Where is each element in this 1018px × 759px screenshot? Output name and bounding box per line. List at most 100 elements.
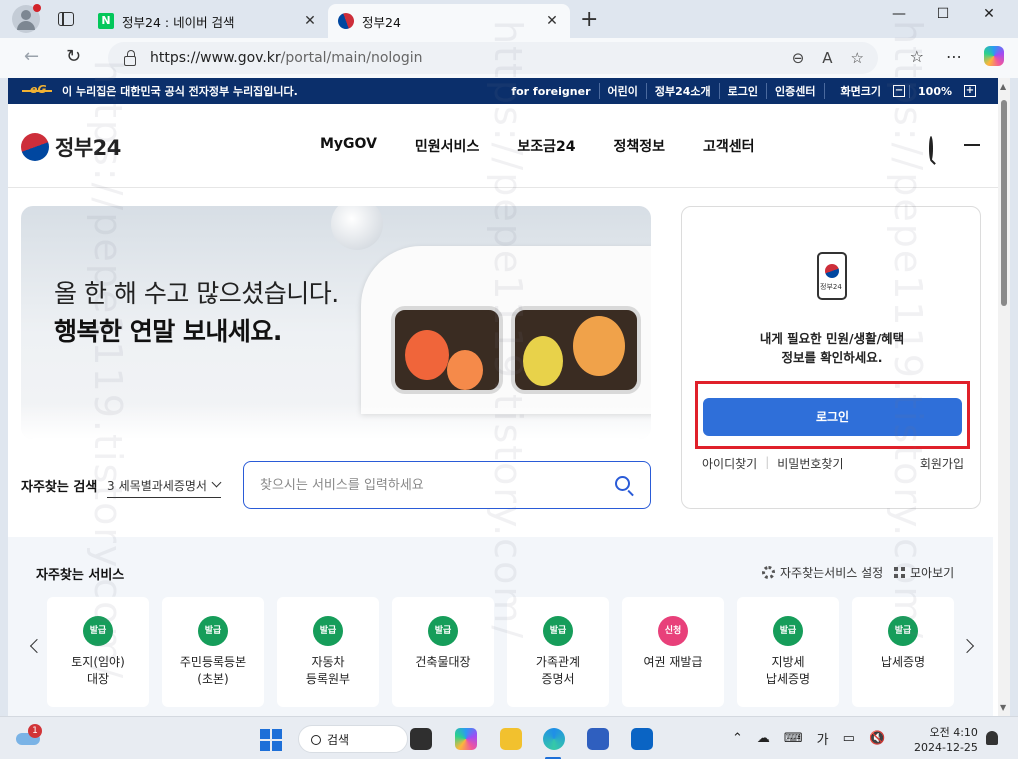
- windows-start-icon[interactable]: [260, 729, 282, 751]
- volume-muted-icon[interactable]: 🔇: [869, 731, 885, 746]
- microsoft-store-icon[interactable]: [587, 728, 609, 750]
- view-all-button[interactable]: 모아보기: [894, 564, 954, 581]
- task-view-icon[interactable]: [410, 728, 432, 750]
- link-kids[interactable]: 어린이: [598, 83, 646, 99]
- link-about[interactable]: 정부24소개: [645, 83, 719, 99]
- nav-item-customer-center[interactable]: 고객센터: [703, 136, 755, 156]
- gov24-logo[interactable]: 정부24: [21, 132, 121, 162]
- ime-indicator[interactable]: 가: [817, 729, 829, 748]
- frequent-services-settings-button[interactable]: 자주찾는서비스 설정: [762, 564, 883, 581]
- login-button[interactable]: 로그인: [703, 398, 962, 436]
- browser-tab-strip: N 정부24 : 네이버 검색 ✕ 정부24 ✕ + — ☐ ✕: [0, 0, 1018, 38]
- profile-avatar-icon[interactable]: [12, 4, 41, 33]
- service-label: 토지(임야) 대장: [71, 655, 125, 686]
- zoom-out-button[interactable]: −: [893, 85, 906, 97]
- tab-gov24[interactable]: 정부24 ✕: [328, 4, 570, 38]
- search-icon[interactable]: [615, 476, 630, 491]
- service-card[interactable]: 발급 자동차 등록원부: [277, 597, 379, 707]
- zoom-icon[interactable]: ⊖: [792, 49, 805, 67]
- service-label: 가족관계 증명서: [535, 655, 581, 686]
- favorites-icon[interactable]: ☆: [910, 47, 924, 66]
- service-card[interactable]: 발급 지방세 납세증명: [737, 597, 839, 707]
- service-label: 지방세 납세증명: [765, 655, 811, 686]
- hero-banner[interactable]: 올 한 해 수고 많으셨습니다. 행복한 연말 보내세요.: [21, 206, 651, 439]
- person-illustration: [573, 316, 625, 376]
- link-foreigner[interactable]: for foreigner: [503, 85, 598, 98]
- service-search-input[interactable]: [260, 477, 600, 493]
- service-label: 납세증명: [880, 655, 926, 669]
- weather-widget[interactable]: 1: [16, 724, 42, 745]
- nav-item-subsidy24[interactable]: 보조금24: [517, 136, 575, 156]
- popular-search-rank: 3: [107, 478, 115, 493]
- chevron-up-icon[interactable]: ⌃: [732, 731, 743, 746]
- url-field[interactable]: https://www.gov.kr/portal/main/nologin ⊖…: [108, 42, 878, 74]
- new-tab-icon[interactable]: +: [580, 7, 598, 32]
- taeguk-icon: [21, 133, 49, 161]
- close-tab-icon[interactable]: ✕: [302, 13, 318, 29]
- zoom-in-button[interactable]: +: [964, 85, 976, 97]
- service-card[interactable]: 신청 여권 재발급: [622, 597, 724, 707]
- service-badge: 발급: [428, 616, 458, 646]
- system-tray: ⌃ ☁ ⌨ 가 ▭ 🔇: [732, 729, 885, 748]
- file-explorer-icon[interactable]: [500, 728, 522, 750]
- header-search-button[interactable]: [929, 136, 933, 161]
- zoom-control: 화면크기 − 100% +: [823, 83, 984, 99]
- service-card[interactable]: 발급 주민등록등본 (초본): [162, 597, 264, 707]
- page-scrollbar[interactable]: ▲ ▼: [998, 78, 1010, 716]
- monitor-icon[interactable]: ▭: [843, 731, 855, 746]
- service-label: 자동차 등록원부: [305, 655, 351, 686]
- scroll-up-icon[interactable]: ▲: [1000, 82, 1006, 91]
- minimize-icon[interactable]: —: [876, 6, 922, 22]
- service-card[interactable]: 발급 건축물대장: [392, 597, 494, 707]
- popular-search-dropdown[interactable]: 3 세목별과세증명서: [107, 474, 222, 498]
- link-login[interactable]: 로그인: [718, 83, 766, 99]
- reload-icon[interactable]: ↻: [66, 46, 81, 67]
- favorite-star-icon[interactable]: ☆: [851, 49, 864, 67]
- keyboard-icon[interactable]: ⌨: [784, 731, 803, 746]
- gear-icon: [762, 566, 775, 579]
- service-card[interactable]: 발급 납세증명: [852, 597, 954, 707]
- find-password-link[interactable]: 비밀번호찾기: [777, 455, 843, 472]
- bell-icon[interactable]: [986, 731, 998, 745]
- service-card[interactable]: 발급토지(임야) 대장: [47, 597, 149, 707]
- tab-actions-icon[interactable]: [58, 12, 74, 26]
- search-icon: [311, 735, 321, 745]
- outlook-icon[interactable]: [631, 728, 653, 750]
- carousel-prev-icon[interactable]: [29, 638, 45, 654]
- person-illustration: [405, 330, 449, 380]
- window-close-icon[interactable]: ✕: [966, 6, 1012, 22]
- read-aloud-icon[interactable]: A: [822, 49, 832, 67]
- service-badge: 신청: [658, 616, 688, 646]
- close-tab-icon[interactable]: ✕: [544, 13, 560, 29]
- service-card[interactable]: 발급 가족관계 증명서: [507, 597, 609, 707]
- service-label: 주민등록등본 (초본): [179, 655, 247, 686]
- nav-item-mygov[interactable]: MyGOV: [320, 136, 377, 156]
- copilot-icon[interactable]: [984, 46, 1004, 66]
- signup-link[interactable]: 회원가입: [920, 455, 964, 472]
- scroll-thumb[interactable]: [1001, 100, 1007, 306]
- service-badge: 발급: [83, 616, 113, 646]
- gov24-favicon-icon: [335, 10, 357, 32]
- nav-item-civil-services[interactable]: 민원서비스: [415, 136, 479, 156]
- taskbar-search[interactable]: 검색: [298, 725, 408, 753]
- taskbar: 1 검색 ⌃ ☁ ⌨ 가 ▭ 🔇 오전 4:10 2024-12-25: [0, 716, 1018, 759]
- edge-browser-icon[interactable]: [543, 728, 565, 750]
- onedrive-cloud-icon[interactable]: ☁: [757, 731, 770, 746]
- scroll-down-icon[interactable]: ▼: [1000, 703, 1006, 712]
- popular-search-label: 자주찾는 검색: [21, 480, 98, 495]
- back-arrow-icon[interactable]: ←: [24, 46, 39, 67]
- maximize-icon[interactable]: ☐: [920, 6, 966, 22]
- copilot-app-icon[interactable]: [455, 728, 477, 750]
- clock-time: 오전 4:10: [929, 726, 978, 739]
- nav-item-policy-info[interactable]: 정책정보: [613, 136, 665, 156]
- caravan-window: [391, 306, 503, 394]
- link-cert-center[interactable]: 인증센터: [766, 83, 823, 99]
- carousel-next-icon[interactable]: [959, 638, 975, 654]
- caravan-illustration: [361, 246, 651, 414]
- tab-naver-search[interactable]: N 정부24 : 네이버 검색 ✕: [88, 4, 328, 38]
- more-menu-icon[interactable]: ⋯: [946, 47, 962, 66]
- person-illustration: [523, 336, 563, 386]
- clock[interactable]: 오전 4:10 2024-12-25: [914, 725, 978, 755]
- hero-headline: 올 한 해 수고 많으셨습니다.: [54, 279, 339, 308]
- find-id-link[interactable]: 아이디찾기: [702, 455, 757, 472]
